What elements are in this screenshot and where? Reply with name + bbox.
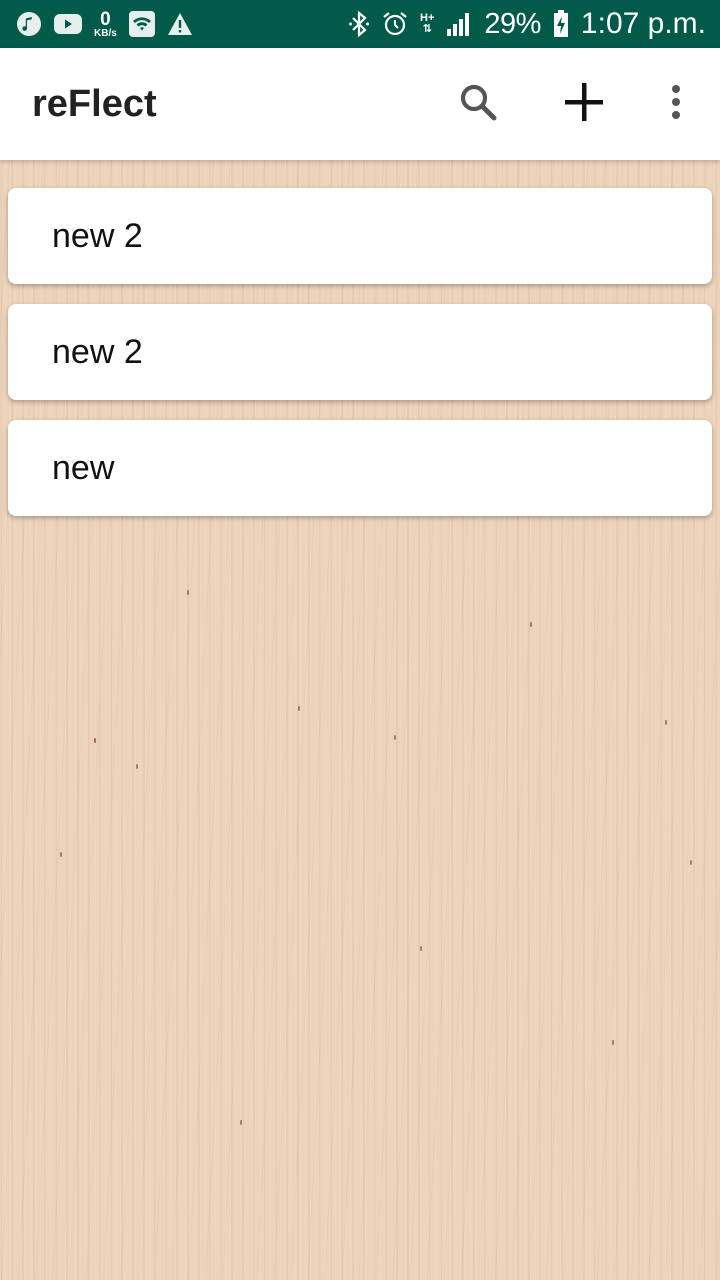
paper-speck: [530, 622, 532, 627]
paper-speck: [690, 860, 692, 865]
add-note-button[interactable]: [532, 48, 636, 160]
wifi-box-icon: [128, 11, 155, 37]
status-bar-left: 0 KB/s: [16, 10, 193, 39]
overflow-menu-button[interactable]: [632, 48, 720, 160]
warning-icon: [167, 12, 193, 36]
youtube-icon: [54, 13, 82, 35]
note-title: new 2: [52, 216, 143, 255]
more-vert-icon: [670, 84, 682, 125]
app-bar: reFlect: [0, 48, 720, 160]
bluetooth-icon: [348, 10, 370, 38]
paper-speck: [240, 1120, 242, 1125]
app-title: reFlect: [32, 82, 157, 125]
add-icon: [563, 81, 605, 128]
search-icon: [458, 82, 498, 127]
status-bar-right: H+ ⇅ 29% 1:07 p.m.: [348, 7, 706, 41]
alarm-icon: [382, 11, 408, 37]
search-button[interactable]: [426, 48, 530, 160]
net-speed-value: 0: [100, 8, 111, 30]
note-card[interactable]: new: [8, 420, 712, 516]
battery-percent: 29%: [484, 7, 541, 40]
signal-icon: [446, 11, 472, 37]
note-title: new 2: [52, 332, 143, 371]
notes-list: new 2 new 2 new: [8, 188, 712, 536]
paper-speck: [612, 1040, 614, 1045]
net-speed: 0 KB/s: [94, 10, 117, 39]
net-speed-unit: KB/s: [94, 27, 117, 39]
paper-speck: [298, 706, 300, 711]
note-card[interactable]: new 2: [8, 188, 712, 284]
paper-speck: [420, 946, 422, 951]
data-arrows-icon: ⇅: [422, 23, 432, 35]
battery-charging-icon: [553, 10, 569, 38]
paper-speck: [665, 720, 667, 725]
paper-speck: [60, 852, 62, 857]
paper-speck: [94, 738, 96, 743]
clock: 1:07 p.m.: [580, 7, 706, 40]
note-card[interactable]: new 2: [8, 304, 712, 400]
paper-speck: [187, 590, 189, 595]
paper-speck: [136, 764, 138, 769]
paper-speck: [394, 735, 396, 740]
status-bar: 0 KB/s H+ ⇅ 29% 1:07 p.m.: [0, 0, 720, 48]
music-note-icon: [16, 11, 42, 37]
note-title: new: [52, 448, 115, 487]
network-type: H+ ⇅: [420, 13, 434, 35]
